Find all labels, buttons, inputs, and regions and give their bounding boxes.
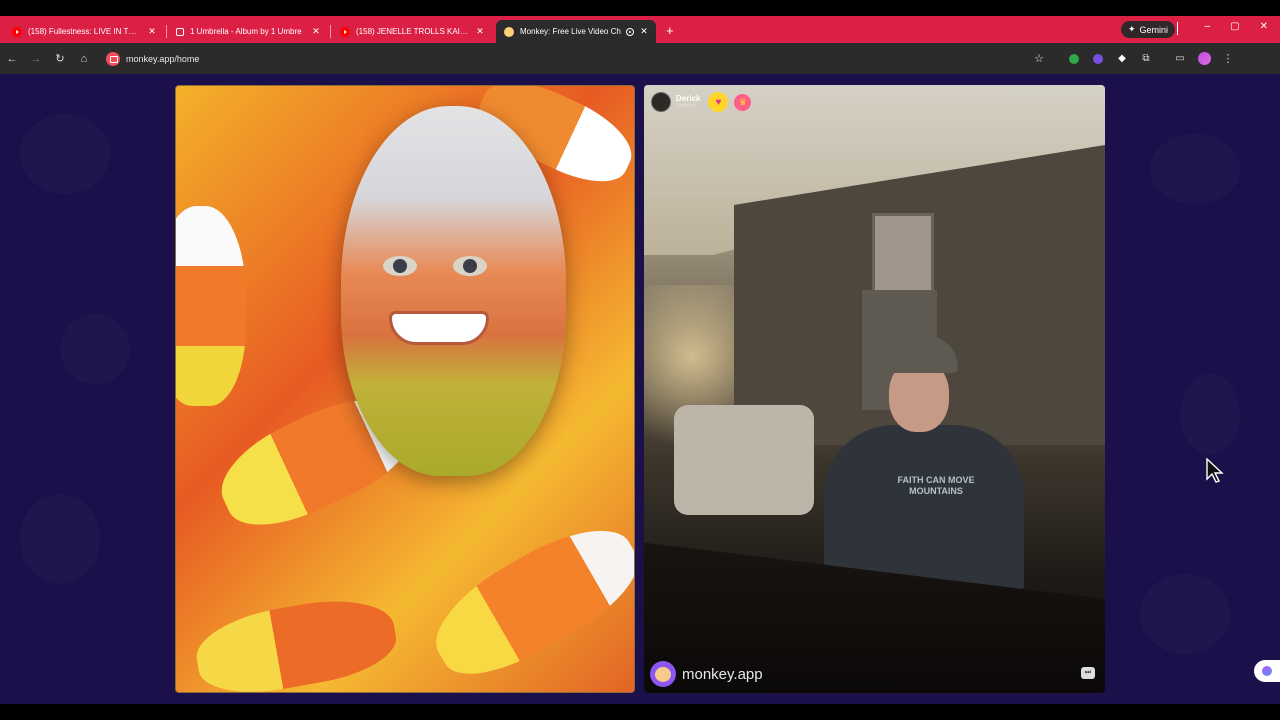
close-icon[interactable]: ✕ — [146, 26, 158, 37]
recording-icon — [626, 27, 634, 36]
close-icon[interactable]: ✕ — [310, 26, 322, 37]
gemini-label: Gemini — [1139, 24, 1169, 35]
extension-diamond-icon[interactable]: ◆ — [1110, 47, 1134, 71]
remote-video-view: FAITH CAN MOVE MOUNTAINS Derick Alabama … — [644, 85, 1105, 693]
remote-user: FAITH CAN MOVE MOUNTAINS — [784, 335, 1044, 595]
tab-bar: (158) Fullestness: LIVE IN THE T ✕ 1 Umb… — [0, 16, 1280, 43]
forward-icon[interactable]: → — [24, 53, 48, 65]
extension-green-icon[interactable] — [1062, 47, 1086, 71]
gemini-button[interactable]: ✦ Gemini — [1121, 21, 1176, 38]
minimize-icon[interactable]: – — [1205, 21, 1211, 32]
tab-title: Monkey: Free Live Video Ch — [520, 27, 621, 36]
caller-location: Alabama — [676, 103, 696, 109]
reload-icon[interactable]: ↻ — [48, 52, 72, 65]
top-letterbox — [0, 0, 1280, 16]
monkey-logo-icon — [650, 661, 676, 687]
tab-jenelle[interactable]: (158) JENELLE TROLLS KAIL LOV ✕ — [332, 20, 492, 43]
candy-corn — [176, 206, 246, 406]
tab-umbrella[interactable]: 1 Umbrella - Album by 1 Umbre ✕ — [168, 20, 331, 43]
monkey-brand-watermark: monkey.app — [650, 661, 763, 687]
extension-purple-icon[interactable] — [1086, 47, 1110, 71]
caller-info[interactable]: Derick Alabama ♥ ♛ — [651, 92, 752, 112]
address-bar[interactable]: monkey.app/home ☆ — [102, 47, 1062, 70]
avatar[interactable] — [651, 92, 671, 112]
gift-icon[interactable]: ♛ — [734, 93, 752, 111]
monkey-app-page: FAITH CAN MOVE MOUNTAINS Derick Alabama … — [0, 74, 1280, 704]
candy-corn — [190, 589, 402, 692]
mouse-cursor-icon — [1206, 458, 1224, 483]
assistant-side-button[interactable] — [1254, 660, 1280, 682]
self-video-view — [175, 85, 635, 693]
music-icon — [176, 27, 184, 36]
toolbar: ← → ↻ ⌂ monkey.app/home ☆ ◆ ⧉ ▭ ⋮ — [0, 43, 1280, 74]
eye — [453, 256, 487, 276]
back-icon[interactable]: ← — [0, 53, 24, 65]
window-close-icon[interactable]: ✕ — [1260, 21, 1268, 32]
caller-name: Derick — [676, 94, 701, 103]
window-controls: – ▢ ✕ — [1176, 21, 1280, 35]
sparkle-icon: ✦ — [1128, 24, 1136, 34]
bookmark-star-icon[interactable]: ☆ — [1034, 52, 1044, 65]
tab-title: (158) Fullestness: LIVE IN THE T — [28, 27, 142, 36]
skip-next-icon[interactable]: ⏭ — [1081, 667, 1095, 679]
profile-avatar[interactable] — [1192, 47, 1216, 71]
extensions-puzzle-icon[interactable]: ⧉ — [1134, 47, 1158, 71]
maximize-icon[interactable]: ▢ — [1230, 21, 1239, 32]
tab-title: (158) JENELLE TROLLS KAIL LOV — [356, 27, 470, 36]
heart-icon[interactable]: ♥ — [708, 92, 729, 112]
tab-monkey[interactable]: Monkey: Free Live Video Ch ✕ — [496, 20, 656, 43]
youtube-icon — [12, 26, 22, 37]
url-text[interactable]: monkey.app/home — [126, 54, 199, 64]
monkey-icon — [504, 26, 514, 37]
assistant-icon — [1262, 666, 1272, 676]
bottom-letterbox — [0, 704, 1280, 720]
site-info-icon[interactable] — [106, 51, 120, 66]
candy-corn — [418, 507, 634, 692]
brand-label: monkey.app — [682, 665, 763, 683]
side-panel-icon[interactable]: ▭ — [1168, 47, 1192, 71]
home-icon[interactable]: ⌂ — [72, 53, 96, 65]
eye — [383, 256, 417, 276]
tab-title: 1 Umbrella - Album by 1 Umbre — [190, 27, 302, 36]
menu-kebab-icon[interactable]: ⋮ — [1216, 47, 1240, 71]
wall-picture — [872, 213, 934, 293]
close-icon[interactable]: ✕ — [638, 26, 650, 37]
candy-corn-face-filter — [341, 106, 566, 476]
mouth — [389, 311, 489, 345]
tab-fullestness[interactable]: (158) Fullestness: LIVE IN THE T ✕ — [4, 20, 167, 43]
close-icon[interactable]: ✕ — [474, 26, 486, 37]
new-tab-button[interactable]: + — [666, 23, 674, 38]
youtube-icon — [340, 26, 350, 37]
shirt-text: FAITH CAN MOVE MOUNTAINS — [897, 475, 975, 496]
